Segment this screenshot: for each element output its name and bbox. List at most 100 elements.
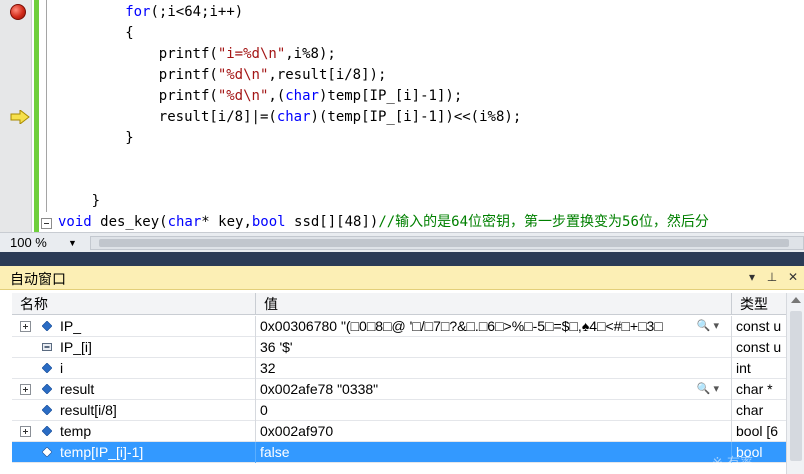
code-keyword: char — [285, 88, 319, 104]
value-cell[interactable]: 0x002afe78 "0338" 🔍 ▾ — [256, 379, 732, 400]
autos-title-bar[interactable]: 自动窗口 ▾ ⊥ ✕ — [0, 266, 804, 290]
autos-window: 自动窗口 ▾ ⊥ ✕ 名称 值 类型 IP_ 0x00306780 "(□0□8□… — [0, 266, 804, 474]
table-row[interactable]: IP_[i] 36 '$' const u — [12, 337, 804, 358]
variable-name: temp — [60, 423, 92, 439]
scroll-up-icon[interactable] — [791, 297, 801, 303]
panel-splitter[interactable] — [0, 252, 804, 266]
element-icon — [42, 343, 52, 351]
code-line[interactable]: result[i/8]|=(char)(temp[IP_[i]-1])<<(i%… — [159, 107, 521, 127]
grid-header: 名称 值 类型 — [12, 293, 804, 315]
chevron-down-icon: ▼ — [68, 238, 77, 248]
code-keyword: char — [167, 214, 202, 230]
field-icon — [42, 363, 52, 373]
code-token: printf( — [158, 67, 218, 83]
value-cell[interactable]: 36 '$' — [256, 337, 732, 358]
variable-value: 0x00306780 "(□0□8□@ '□/□7□?&□.□6□>%□-5□=… — [260, 318, 663, 334]
code-token: ,( — [268, 88, 286, 104]
code-token: printf( — [158, 46, 218, 62]
outline-line — [46, 0, 47, 212]
code-line[interactable]: printf("%d\n",result[i/8]); — [159, 65, 387, 85]
current-statement-arrow-icon — [10, 110, 30, 124]
value-cell[interactable]: false — [256, 442, 732, 463]
zoom-label: 100 % — [10, 235, 47, 250]
code-token: (;i<64;i++) — [150, 4, 244, 20]
close-icon[interactable]: ✕ — [785, 269, 801, 285]
field-icon — [42, 321, 52, 331]
code-token: } — [91, 193, 101, 209]
code-editor[interactable]: for(;i<64;i++){printf("i=%d\n",i%8); prin… — [0, 0, 804, 232]
code-line[interactable]: } — [125, 128, 133, 148]
code-string: "%d\n" — [217, 67, 269, 83]
variable-value: 32 — [260, 360, 276, 376]
variable-name: temp[IP_[i]-1] — [60, 444, 144, 460]
breakpoint-icon[interactable] — [10, 4, 26, 20]
code-keyword: for — [125, 4, 151, 20]
change-tracking-bar — [34, 0, 39, 232]
expand-icon[interactable] — [20, 426, 31, 437]
name-cell: IP_[i] — [12, 337, 256, 358]
pin-icon[interactable]: ⊥ — [764, 269, 780, 285]
variable-name: result[i/8] — [60, 402, 117, 418]
code-keyword: bool — [251, 214, 286, 230]
code-keyword: char — [276, 109, 311, 125]
table-row[interactable]: result 0x002afe78 "0338" 🔍 ▾ char * — [12, 379, 804, 400]
code-token: { — [125, 25, 134, 41]
horizontal-scrollbar[interactable] — [90, 236, 804, 250]
variable-value: 0x002af970 — [260, 423, 334, 439]
variable-name: i — [60, 360, 64, 376]
name-cell: result[i/8] — [12, 400, 256, 421]
table-row[interactable]: IP_ 0x00306780 "(□0□8□@ '□/□7□?&□.□6□>%□-… — [12, 316, 804, 337]
variable-value: false — [260, 444, 290, 460]
code-line[interactable]: for(;i<64;i++) — [125, 2, 243, 22]
variable-type: int — [736, 360, 751, 376]
code-token: des_key( — [91, 214, 168, 230]
expand-icon[interactable] — [20, 321, 31, 332]
zoom-dropdown[interactable]: 100 % ▼ — [10, 234, 82, 252]
code-string: "%d\n" — [217, 88, 269, 104]
name-cell: temp[IP_[i]-1] — [12, 442, 256, 463]
table-row[interactable]: temp[IP_[i]-1] false bool — [12, 442, 804, 463]
code-token: ,i%8); — [285, 46, 336, 62]
visualizer-magnifier-icon[interactable]: 🔍 ▾ — [697, 379, 719, 400]
field-icon — [42, 384, 52, 394]
table-row[interactable]: temp 0x002af970 bool [6 — [12, 421, 804, 442]
code-string: "i=%d\n" — [217, 46, 286, 62]
code-token: )(temp[IP_[i]-1])<<(i%8); — [310, 109, 522, 125]
name-cell: i — [12, 358, 256, 379]
visualizer-magnifier-icon[interactable]: 🔍 ▾ — [697, 316, 719, 337]
code-line[interactable]: printf("%d\n",(char)temp[IP_[i]-1]); — [159, 86, 462, 106]
table-row[interactable]: result[i/8] 0 char — [12, 400, 804, 421]
value-cell[interactable]: 32 — [256, 358, 732, 379]
variable-name: IP_ — [60, 318, 82, 334]
vertical-scrollbar[interactable] — [786, 293, 804, 474]
code-line[interactable]: { — [125, 23, 133, 43]
table-row[interactable]: i 32 int — [12, 358, 804, 379]
code-line[interactable]: printf("i=%d\n",i%8); — [159, 44, 336, 64]
variable-value: 36 '$' — [260, 339, 293, 355]
variable-value: 0x002afe78 "0338" — [260, 381, 379, 397]
column-header-name[interactable]: 名称 — [12, 293, 256, 315]
value-cell[interactable]: 0 — [256, 400, 732, 421]
column-header-type[interactable]: 类型 — [732, 293, 788, 315]
code-token: } — [125, 130, 134, 146]
variable-type: bool [6 — [736, 423, 779, 439]
autos-title: 自动窗口 — [10, 272, 66, 288]
value-cell[interactable]: 0x002af970 — [256, 421, 732, 442]
collapse-icon[interactable] — [41, 218, 52, 229]
scrollbar-thumb[interactable] — [99, 239, 789, 247]
name-cell: IP_ — [12, 316, 256, 337]
name-cell: result — [12, 379, 256, 400]
code-line[interactable]: } — [92, 191, 100, 211]
expand-icon[interactable] — [20, 384, 31, 395]
window-menu-icon[interactable]: ▾ — [744, 269, 760, 285]
scrollbar-thumb[interactable] — [790, 311, 802, 461]
variable-type: const u — [736, 339, 782, 355]
column-header-value[interactable]: 值 — [256, 293, 732, 315]
variable-name: result — [60, 381, 95, 397]
value-cell[interactable]: 0x00306780 "(□0□8□@ '□/□7□?&□.□6□>%□-5□=… — [256, 316, 732, 337]
code-line[interactable]: void des_key(char* key,bool ssd[][48])//… — [58, 212, 709, 232]
variable-type: char * — [736, 381, 773, 397]
code-token: printf( — [158, 88, 218, 104]
name-cell: temp — [12, 421, 256, 442]
code-token: ssd[][48]) — [285, 214, 379, 230]
